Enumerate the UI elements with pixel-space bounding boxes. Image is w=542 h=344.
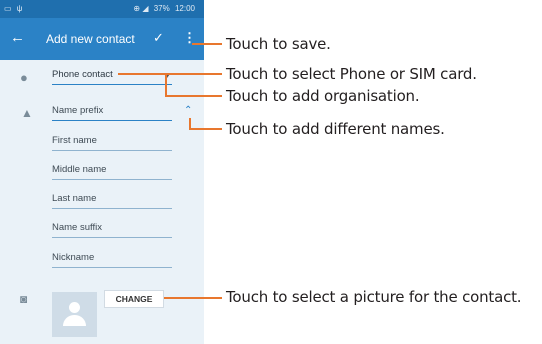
save-callout: Touch to save. — [226, 35, 331, 53]
save-callout-line — [192, 43, 222, 45]
account-callout-line — [118, 73, 222, 75]
names-callout: Touch to add different names. — [226, 120, 445, 138]
expand-names-icon[interactable]: ⌃ — [184, 106, 194, 116]
gallery-icon: ▭ — [4, 4, 12, 13]
nickname-placeholder: Nickname — [52, 252, 95, 263]
account-selector-label: Phone contact — [52, 69, 113, 80]
status-left-icons: ▭ ψ — [4, 4, 26, 13]
name-suffix-field[interactable]: Name suffix — [52, 220, 172, 238]
save-check-icon[interactable]: ✓ — [153, 30, 164, 46]
middle-name-field[interactable]: Middle name — [52, 162, 172, 180]
avatar-shoulders — [63, 315, 86, 326]
page-title: Add new contact — [46, 32, 135, 46]
back-arrow-icon[interactable]: ← — [10, 29, 25, 47]
names-callout-line — [189, 128, 222, 130]
person-icon: ▲ — [21, 106, 33, 120]
account-callout: Touch to select Phone or SIM card. — [226, 65, 477, 83]
nickname-field[interactable]: Nickname — [52, 250, 172, 268]
organisation-callout-vline — [165, 73, 167, 95]
account-selector[interactable]: Phone contact — [52, 68, 172, 85]
last-name-field[interactable]: Last name — [52, 191, 172, 209]
organisation-callout: Touch to add organisation. — [226, 87, 420, 105]
organisation-callout-line — [165, 95, 222, 97]
middle-name-placeholder: Middle name — [52, 164, 107, 175]
picture-callout: Touch to select a picture for the contac… — [226, 288, 522, 306]
avatar-head — [69, 302, 80, 313]
camera-icon: ◙ — [20, 292, 28, 306]
contact-photo[interactable] — [52, 292, 97, 337]
phone-screen: ▭ ψ ⊕ ◢ 37% 12:00 ← Add new contact ✓ ⋮ … — [0, 0, 204, 344]
name-suffix-placeholder: Name suffix — [52, 222, 102, 233]
picture-callout-line — [164, 297, 222, 299]
signal-icon: ⊕ ◢ — [133, 4, 149, 13]
name-prefix-placeholder: Name prefix — [52, 105, 104, 116]
change-photo-button[interactable]: CHANGE — [104, 290, 164, 308]
last-name-placeholder: Last name — [52, 193, 97, 204]
first-name-placeholder: First name — [52, 135, 97, 146]
app-bar: ← Add new contact ✓ ⋮ — [0, 18, 204, 60]
first-name-field[interactable]: First name — [52, 133, 172, 151]
clock: 12:00 — [174, 4, 195, 13]
account-circle-icon: ● — [20, 70, 28, 85]
status-right: ⊕ ◢ 37% 12:00 — [133, 4, 198, 13]
status-bar: ▭ ψ ⊕ ◢ 37% 12:00 — [0, 0, 204, 18]
battery-level: 37% — [153, 4, 170, 13]
name-prefix-field[interactable]: Name prefix — [52, 103, 172, 121]
usb-icon: ψ — [16, 4, 23, 13]
